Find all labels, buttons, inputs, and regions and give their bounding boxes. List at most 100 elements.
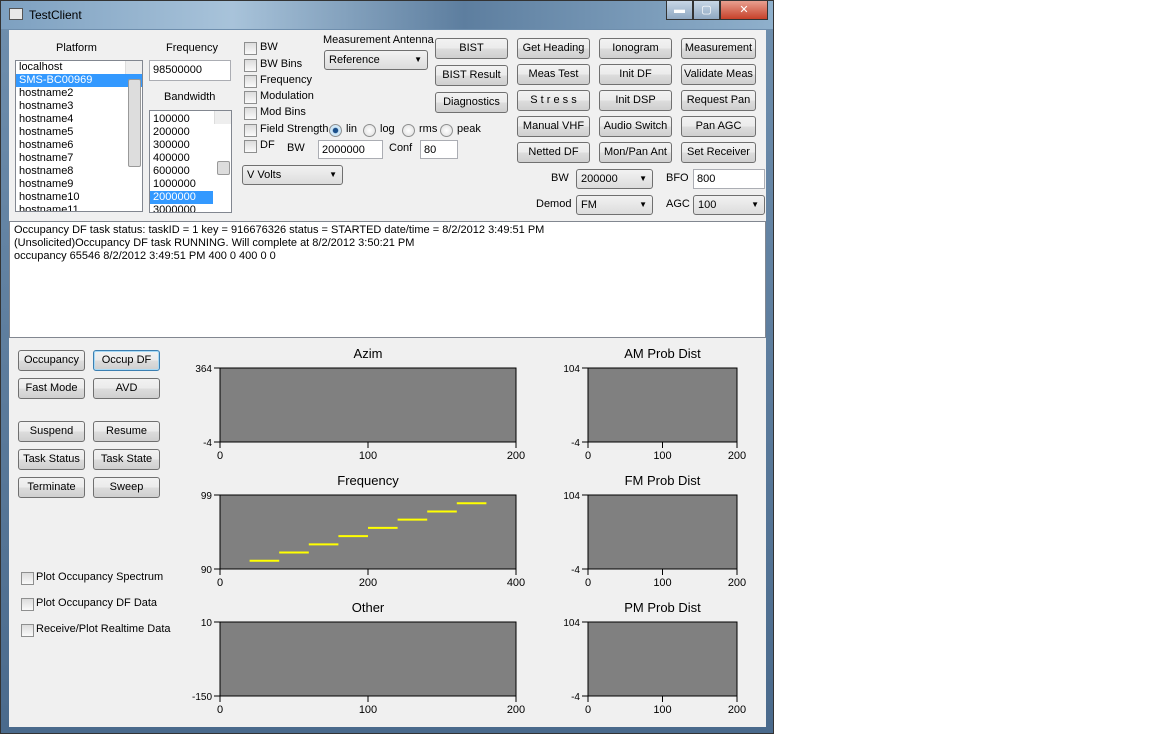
checkbox-label: Frequency [260,74,312,86]
plot-area [219,494,517,570]
checkbox-bw-bins[interactable] [244,59,257,72]
ionogram-button[interactable]: Ionogram [599,38,672,59]
request-pan-button[interactable]: Request Pan [681,90,756,111]
chart-title: FM Prob Dist [625,473,701,488]
x-tick-label: 200 [728,704,746,716]
plot-checkbox[interactable] [21,572,34,585]
y-tick-label: -4 [203,438,212,449]
radio-log[interactable] [363,124,376,137]
bist-button[interactable]: BIST [435,38,508,59]
x-tick-label: 200 [728,577,746,589]
x-tick-label: 0 [585,704,591,716]
x-tick-label: 0 [585,450,591,462]
occup-df-button[interactable]: Occup DF [93,350,160,371]
y-tick-label: 364 [195,364,212,375]
sweep-button[interactable]: Sweep [93,477,160,498]
client-area: Platform localhost SMS-BC00969 hostname2 ho… [9,30,766,727]
maximize-button[interactable]: ▢ [693,1,720,20]
set-receiver-button[interactable]: Set Receiver [681,142,756,163]
checkbox-field-strength[interactable] [244,124,257,137]
terminate-button[interactable]: Terminate [18,477,85,498]
checkbox-modulation[interactable] [244,91,257,104]
x-tick-label: 0 [585,577,591,589]
plot-checkbox-label: Receive/Plot Realtime Data [36,623,171,635]
init-dsp-button[interactable]: Init DSP [599,90,672,111]
x-tick-label: 0 [217,450,223,462]
chart-title: Frequency [337,473,399,488]
radio-rms[interactable] [402,124,415,137]
x-tick-label: 100 [653,450,671,462]
chart-title: PM Prob Dist [624,600,701,615]
x-tick-label: 100 [359,704,377,716]
checkbox-label: Mod Bins [260,106,306,118]
validate-meas-button[interactable]: Validate Meas [681,64,756,85]
resume-button[interactable]: Resume [93,421,160,442]
suspend-button[interactable]: Suspend [18,421,85,442]
radio-label: lin [346,123,358,135]
x-tick-label: 0 [217,577,223,589]
y-tick-label: 99 [201,491,213,502]
chart-title: AM Prob Dist [624,346,701,361]
x-tick-label: 100 [653,577,671,589]
pan-agc-button[interactable]: Pan AGC [681,116,756,137]
s-t-r-e-s-s-button[interactable]: S t r e s s [517,90,590,111]
y-tick-label: -150 [192,692,212,703]
plot-checkbox-label: Plot Occupancy DF Data [36,597,158,609]
netted-df-button[interactable]: Netted DF [517,142,590,163]
bist-result-button[interactable]: BIST Result [435,65,508,86]
checkbox-bw[interactable] [244,42,257,55]
y-tick-label: -4 [571,438,580,449]
meas-test-button[interactable]: Meas Test [517,64,590,85]
plot-area [219,621,517,697]
plot-area [587,367,738,443]
x-tick-label: 200 [728,450,746,462]
init-df-button[interactable]: Init DF [599,64,672,85]
y-tick-label: 104 [563,364,580,375]
checkbox-df[interactable] [244,140,257,153]
plot-area [219,367,517,443]
plot-checkbox[interactable] [21,624,34,637]
avd-button[interactable]: AVD [93,378,160,399]
close-button[interactable]: ✕ [720,1,768,20]
task-status-button[interactable]: Task Status [18,449,85,470]
y-tick-label: 10 [201,618,213,629]
checkbox-label: BW Bins [260,58,303,70]
occupancy-button[interactable]: Occupancy [18,350,85,371]
radio-label: log [380,123,395,135]
x-tick-label: 200 [507,450,525,462]
fast-mode-button[interactable]: Fast Mode [18,378,85,399]
x-tick-label: 0 [217,704,223,716]
radio-lin[interactable] [329,124,342,137]
y-tick-label: -4 [571,692,580,703]
mon-pan-ant-button[interactable]: Mon/Pan Ant [599,142,672,163]
manual-vhf-button[interactable]: Manual VHF [517,116,590,137]
radio-label: peak [457,123,481,135]
x-tick-label: 400 [507,577,525,589]
audio-switch-button[interactable]: Audio Switch [599,116,672,137]
x-tick-label: 200 [507,704,525,716]
task-state-button[interactable]: Task State [93,449,160,470]
minimize-button[interactable]: ▬ [666,1,693,20]
y-tick-label: -4 [571,565,580,576]
chart-title: Azim [354,346,383,361]
plot-area [587,494,738,570]
diagnostics-button[interactable]: Diagnostics [435,92,508,113]
y-tick-label: 104 [563,618,580,629]
checkbox-frequency[interactable] [244,75,257,88]
x-tick-label: 100 [653,704,671,716]
plot-area [587,621,738,697]
y-tick-label: 90 [201,565,213,576]
measurement-button[interactable]: Measurement [681,38,756,59]
checkbox-label: BW [260,41,278,53]
get-heading-button[interactable]: Get Heading [517,38,590,59]
app-icon [9,8,23,20]
checkbox-mod-bins[interactable] [244,107,257,120]
radio-label: rms [419,123,438,135]
checkbox-label: Field Strength [260,123,329,135]
radio-peak[interactable] [440,124,453,137]
x-tick-label: 200 [359,577,377,589]
chart-title: Other [352,600,385,615]
plot-checkbox[interactable] [21,598,34,611]
y-tick-label: 104 [563,491,580,502]
checkbox-label: DF [260,139,275,151]
